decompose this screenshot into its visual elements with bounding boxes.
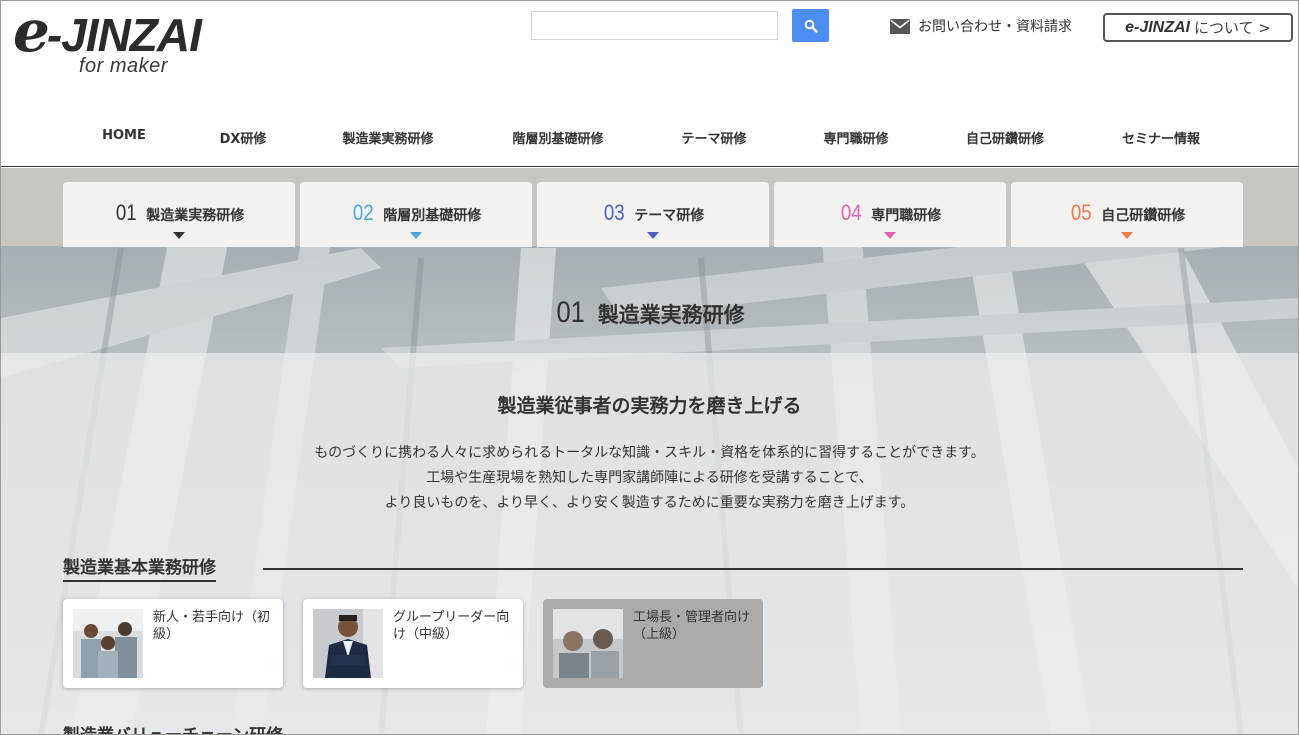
search-input[interactable] [531,11,778,40]
tab-number: 05 [1070,200,1092,225]
hero-section: 01 製造業実務研修 02 階層別基礎研修 03 テーマ研修 04 専門職研修 05 自己… [1,168,1298,734]
tab-arrow-icon [1121,232,1133,239]
category-heading: 製造業基本業務研修 [63,553,216,582]
mail-icon [890,18,910,34]
search-icon [804,19,818,33]
tab-label: 階層別基礎研修 [383,208,482,224]
course-card-intermediate[interactable]: グループリーダー向け（中級） [303,599,523,688]
search-button[interactable] [792,9,829,42]
category-divider [263,568,1243,570]
leader-photo-icon [313,609,383,678]
tab-number: 04 [840,200,862,225]
section-heading: 製造業実務研修 [597,303,745,327]
nav-item-seminar[interactable]: セミナー情報 [1122,128,1200,147]
tab-theme[interactable]: 03 テーマ研修 [537,182,769,247]
course-card-label: グループリーダー向け（中級） [393,610,510,642]
nav-item-level[interactable]: 階層別基礎研修 [512,128,603,147]
tab-manufacturing[interactable]: 01 製造業実務研修 [63,182,295,247]
contact-link[interactable]: お問い合わせ・資料請求 [890,14,1072,38]
logo-tagline: for maker [79,55,168,77]
tab-number: 01 [115,200,137,225]
tab-level[interactable]: 02 階層別基礎研修 [300,182,532,247]
manager-photo-icon [553,609,623,678]
nav-item-specialist[interactable]: 専門職研修 [823,128,888,147]
desc-line: 工場や生産現場を熟知した専門家講師陣による研修を受講することで、 [426,470,873,486]
tab-label: 製造業実務研修 [146,208,245,224]
about-button[interactable]: e-JINZAI について > [1103,13,1293,42]
page-frame: e-JINZAI for maker お問い合わせ・資料請求 e-JINZAI … [0,0,1299,735]
desc-line: より良いものを、より早く、より安く製造するために重要な実務力を磨き上げます。 [384,495,915,511]
tab-specialist[interactable]: 04 専門職研修 [774,182,1006,247]
nav-item-manufacturing[interactable]: 製造業実務研修 [342,128,433,147]
desc-line: ものづくりに携わる人々に求められるトータルな知識・スキル・資格を体系的に習得する… [314,445,985,461]
tab-label: テーマ研修 [634,208,705,224]
tab-label: 自己研鑽研修 [1101,208,1186,224]
tab-arrow-icon [410,232,422,239]
team-photo-icon [73,609,143,678]
tab-label: 専門職研修 [871,208,942,224]
section-description: ものづくりに携わる人々に求められるトータルな知識・スキル・資格を体系的に習得する… [1,441,1298,516]
nav-item-home[interactable]: HOME [102,128,146,143]
site-header: e-JINZAI for maker お問い合わせ・資料請求 e-JINZAI … [1,1,1298,167]
about-brand: e-JINZAI [1125,18,1190,36]
tab-arrow-icon [884,232,896,239]
global-nav: HOME DX研修 製造業実務研修 階層別基礎研修 テーマ研修 専門職研修 自己… [1,128,1298,150]
course-card-label: 新人・若手向け（初級） [153,610,271,642]
tab-number: 02 [352,200,374,225]
nav-item-dx[interactable]: DX研修 [220,128,267,147]
tab-arrow-icon [173,232,185,239]
about-label: について > [1194,19,1271,37]
logo-wordmark: e-JINZAI [13,0,202,65]
course-card-beginner[interactable]: 新人・若手向け（初級） [63,599,283,688]
nav-item-theme[interactable]: テーマ研修 [681,128,746,147]
section-title: 01 製造業実務研修 [1,296,1298,330]
course-card-advanced[interactable]: 工場長・管理者向け（上級） [543,599,763,688]
section-lead: 製造業従事者の実務力を磨き上げる [497,395,802,417]
tab-number: 03 [603,200,625,225]
next-category-heading: 製造業バリューチェーン研修 [63,721,283,734]
section-number: 01 [556,296,586,329]
course-card-label: 工場長・管理者向け（上級） [633,610,751,642]
contact-label: お問い合わせ・資料請求 [918,19,1072,35]
nav-item-self[interactable]: 自己研鑽研修 [966,128,1044,147]
tab-arrow-icon [647,232,659,239]
site-logo[interactable]: e-JINZAI for maker [13,0,243,79]
tab-self[interactable]: 05 自己研鑽研修 [1011,182,1243,247]
